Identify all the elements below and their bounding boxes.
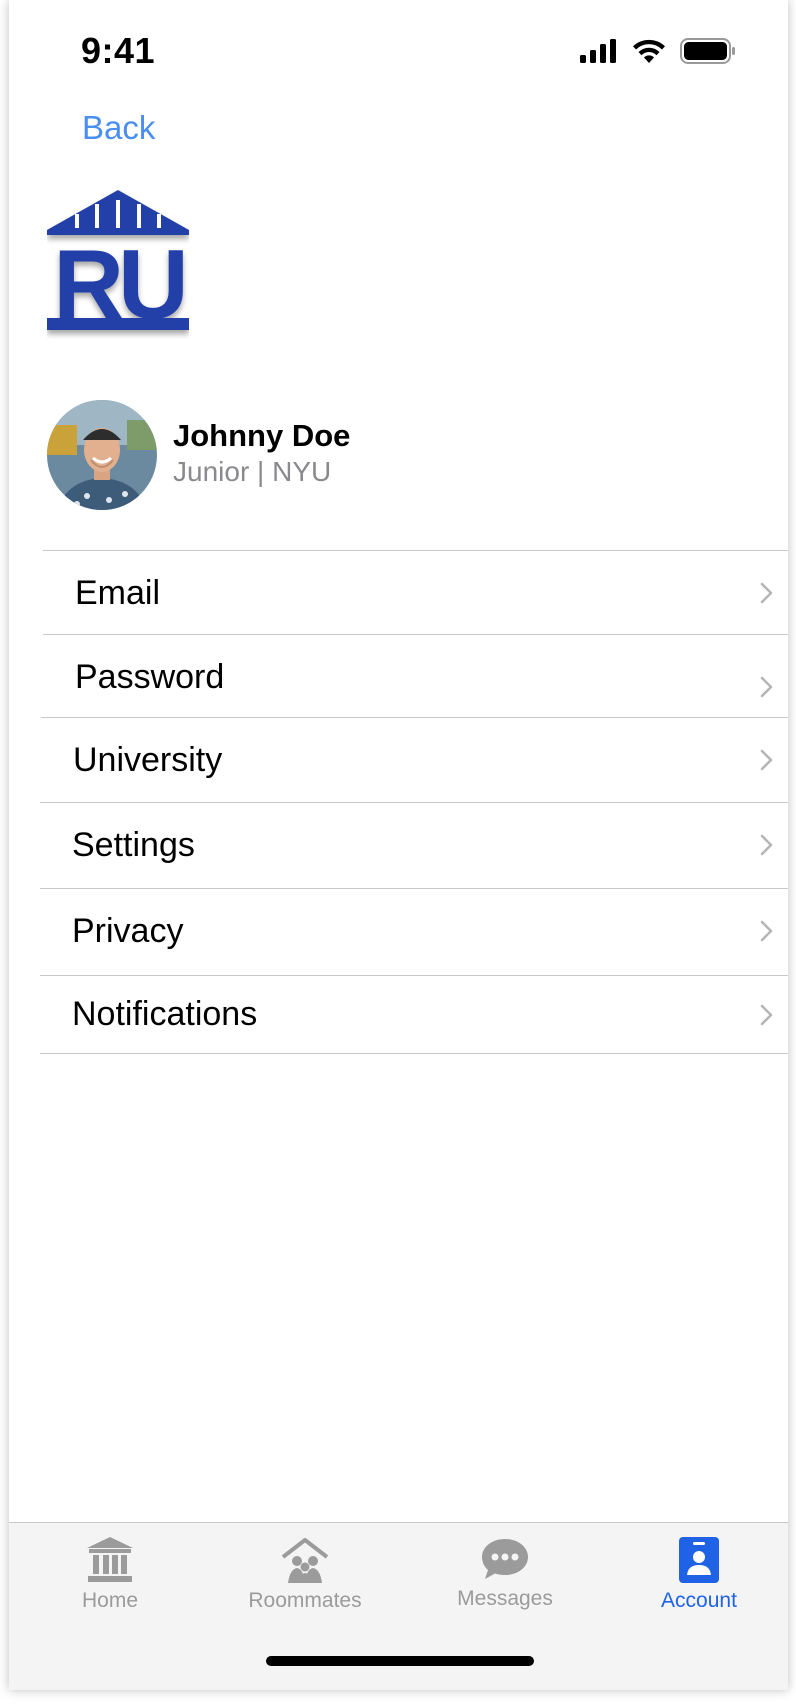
id-badge-icon	[679, 1537, 719, 1583]
chevron-right-icon	[760, 920, 773, 942]
chevron-right-icon	[760, 1004, 773, 1025]
chevron-right-icon	[760, 749, 773, 771]
menu-item-label: Settings	[72, 825, 195, 864]
menu-item-label: University	[73, 740, 223, 779]
menu-item-settings[interactable]: Settings	[40, 802, 788, 887]
menu-item-privacy[interactable]: Privacy	[40, 888, 788, 973]
battery-icon	[680, 38, 735, 64]
ru-logo-graphic: RU	[47, 190, 189, 339]
signal-icon	[580, 39, 616, 63]
menu-divider	[40, 1053, 788, 1054]
ru-logo: RU	[47, 190, 189, 340]
chevron-right-icon	[760, 676, 773, 698]
tab-bar: Home Roommates Messages Account	[9, 1522, 788, 1690]
chevron-right-icon	[760, 582, 773, 604]
menu-item-label: Email	[75, 573, 161, 612]
menu-item-label: Notifications	[72, 995, 258, 1033]
tab-label: Messages	[457, 1587, 553, 1610]
status-time: 9:41	[81, 30, 156, 71]
tab-roommates[interactable]: Roommates	[230, 1537, 380, 1613]
menu-item-university[interactable]: University	[41, 717, 788, 802]
profile-subtitle: Junior | NYU	[173, 456, 332, 487]
tab-messages[interactable]: Messages	[430, 1537, 580, 1611]
avatar[interactable]	[47, 400, 157, 510]
status-icons	[580, 38, 736, 64]
back-button[interactable]: Back	[82, 109, 155, 147]
menu-item-label: Privacy	[72, 911, 184, 950]
tab-account[interactable]: Account	[624, 1537, 774, 1613]
chat-bubble-icon	[482, 1539, 528, 1579]
chevron-right-icon	[760, 834, 773, 856]
menu-item-label: Password	[75, 657, 225, 696]
tab-label: Account	[661, 1589, 737, 1612]
home-indicator[interactable]	[266, 1656, 534, 1666]
wifi-icon	[633, 39, 665, 63]
menu-item-password[interactable]: Password	[43, 634, 788, 719]
tab-label: Roommates	[248, 1589, 362, 1612]
tab-label: Home	[81, 1589, 139, 1612]
tab-home[interactable]: Home	[35, 1537, 185, 1613]
menu-item-notifications[interactable]: Notifications	[40, 975, 788, 1053]
bank-icon	[87, 1537, 133, 1582]
phone-screen: 9:41 Back RU Johnny Doe Junior | NYU Ema…	[9, 0, 788, 1690]
people-house-icon	[281, 1538, 329, 1583]
avatar-photo	[47, 400, 157, 510]
profile-name: Johnny Doe	[173, 418, 351, 453]
menu-item-email[interactable]: Email	[43, 550, 788, 635]
